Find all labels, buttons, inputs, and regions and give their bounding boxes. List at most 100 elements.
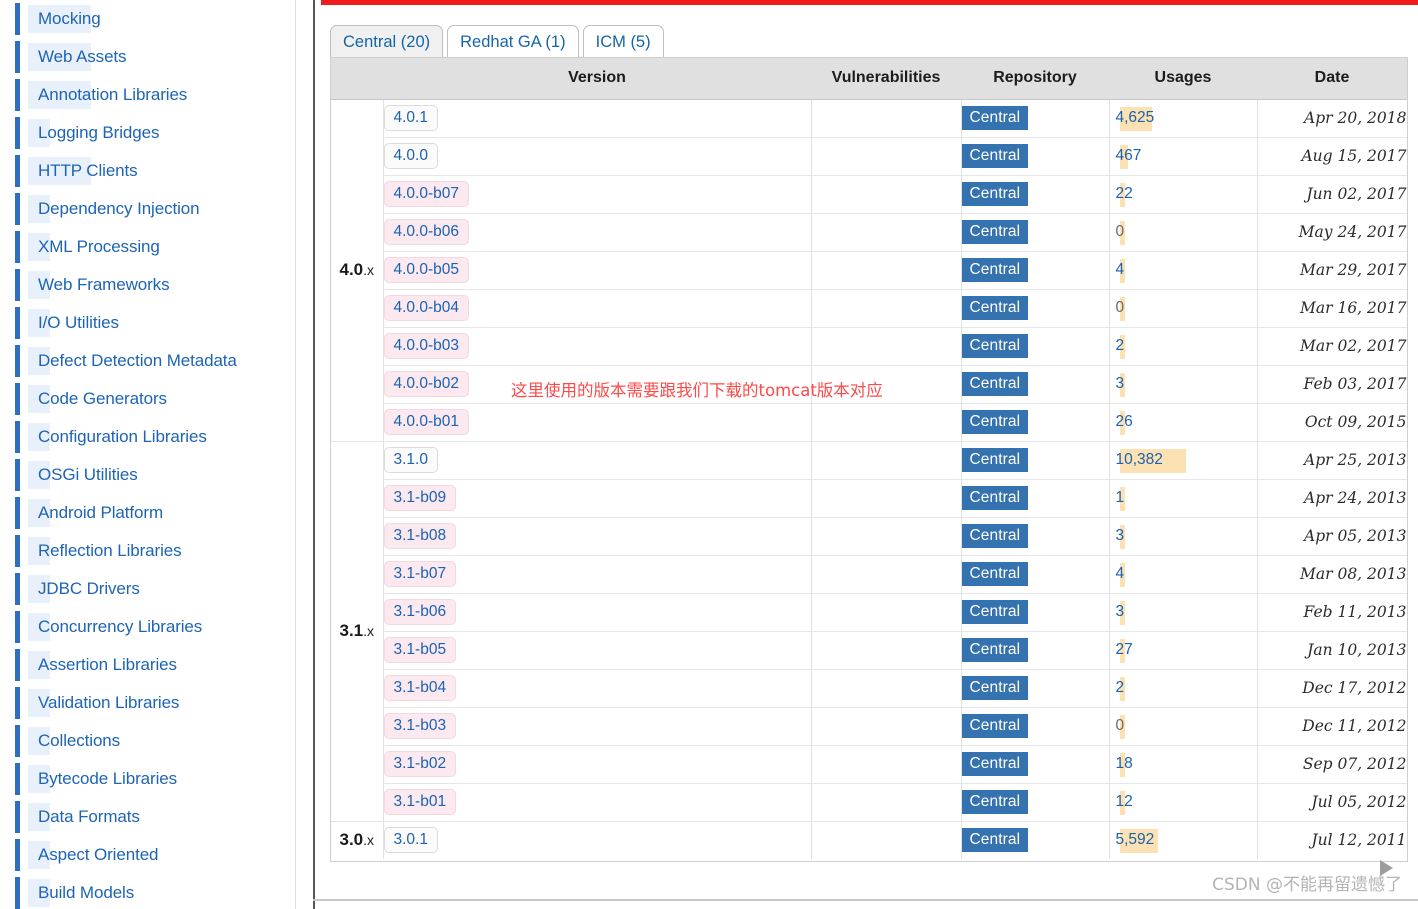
repository-badge[interactable]: Central: [961, 600, 1029, 624]
version-link[interactable]: 3.0.1: [383, 827, 438, 854]
usages-value[interactable]: 2: [1110, 679, 1125, 696]
sidebar-item-label: Web Assets: [38, 47, 127, 66]
usages-value[interactable]: 3: [1110, 375, 1125, 392]
sidebar-item-configuration-libraries[interactable]: Configuration Libraries: [0, 418, 296, 456]
tab-icm[interactable]: ICM (5): [582, 25, 664, 58]
version-link[interactable]: 3.1-b08: [383, 523, 457, 549]
sidebar-item-mocking[interactable]: Mocking: [0, 0, 296, 38]
repository-badge[interactable]: Central: [961, 714, 1029, 738]
version-link[interactable]: 3.1-b04: [383, 675, 457, 701]
version-link[interactable]: 4.0.0-b06: [383, 219, 469, 245]
sidebar-item-defect-detection-metadata[interactable]: Defect Detection Metadata: [0, 342, 296, 380]
sidebar-item-annotation-libraries[interactable]: Annotation Libraries: [0, 76, 296, 114]
version-link[interactable]: 3.1-b09: [383, 485, 457, 511]
sidebar-item-http-clients[interactable]: HTTP Clients: [0, 152, 296, 190]
usages-cell: 4: [1109, 554, 1258, 593]
repository-badge[interactable]: Central: [961, 182, 1029, 206]
usages-value[interactable]: 22: [1110, 185, 1133, 202]
usages-value[interactable]: 12: [1110, 793, 1133, 810]
version-link[interactable]: 3.1-b07: [383, 561, 457, 587]
tab-central[interactable]: Central (20): [330, 25, 444, 58]
sidebar-item-data-formats[interactable]: Data Formats: [0, 798, 296, 836]
vulnerabilities-cell: [811, 99, 962, 137]
version-link[interactable]: 4.0.0-b02: [383, 371, 469, 397]
repository-badge[interactable]: Central: [961, 676, 1029, 700]
sidebar-item-validation-libraries[interactable]: Validation Libraries: [0, 684, 296, 722]
usages-value[interactable]: 4: [1110, 261, 1125, 278]
repository-tabs[interactable]: Central (20) Redhat GA (1) ICM (5): [330, 22, 668, 58]
sidebar-item-logging-bridges[interactable]: Logging Bridges: [0, 114, 296, 152]
repository-badge[interactable]: Central: [961, 410, 1029, 434]
version-link[interactable]: 4.0.0-b04: [383, 295, 469, 321]
version-link[interactable]: 4.0.0: [383, 143, 438, 169]
sidebar-item-label: Bytecode Libraries: [38, 769, 177, 788]
sidebar-item-jdbc-drivers[interactable]: JDBC Drivers: [0, 570, 296, 608]
repository-badge[interactable]: Central: [961, 220, 1029, 244]
sidebar-item-collections[interactable]: Collections: [0, 722, 296, 760]
sidebar-item-concurrency-libraries[interactable]: Concurrency Libraries: [0, 608, 296, 646]
usages-value[interactable]: 26: [1110, 413, 1133, 430]
vulnerabilities-cell: [811, 820, 962, 859]
sidebar-item-assertion-libraries[interactable]: Assertion Libraries: [0, 646, 296, 684]
sidebar-item-dependency-injection[interactable]: Dependency Injection: [0, 190, 296, 228]
sidebar-item-web-assets[interactable]: Web Assets: [0, 38, 296, 76]
repository-badge[interactable]: Central: [961, 372, 1029, 396]
table-row: 3.1-b08 Central 3 Apr 05, 2013: [331, 516, 1407, 555]
repository-badge[interactable]: Central: [961, 144, 1029, 168]
version-link[interactable]: 4.0.0-b01: [383, 409, 469, 435]
usages-value[interactable]: 10,382: [1110, 451, 1163, 468]
version-link[interactable]: 3.1-b03: [383, 713, 457, 739]
usages-value[interactable]: 467: [1110, 147, 1142, 164]
repository-badge[interactable]: Central: [961, 752, 1029, 776]
repository-badge[interactable]: Central: [961, 334, 1029, 358]
usages-value[interactable]: 18: [1110, 755, 1133, 772]
usages-value[interactable]: 5,592: [1110, 831, 1155, 848]
version-link[interactable]: 4.0.1: [383, 105, 438, 131]
usages-value[interactable]: 27: [1110, 641, 1133, 658]
repository-badge[interactable]: Central: [961, 448, 1029, 472]
sidebar-item-label: Configuration Libraries: [38, 427, 207, 446]
repository-cell: Central: [961, 99, 1110, 137]
tab-redhat[interactable]: Redhat GA (1): [447, 25, 579, 58]
version-link[interactable]: 4.0.0-b07: [383, 181, 469, 207]
repository-badge[interactable]: Central: [961, 562, 1029, 586]
version-link[interactable]: 4.0.0-b03: [383, 333, 469, 359]
usages-value[interactable]: 4,625: [1110, 109, 1155, 126]
version-cell: 4.0.1: [383, 99, 812, 137]
repository-badge[interactable]: Central: [961, 790, 1029, 814]
version-link[interactable]: 4.0.0-b05: [383, 257, 469, 283]
version-link[interactable]: 3.1-b01: [383, 789, 457, 815]
table-row: 3.1-b02 Central 18 Sep 07, 2012: [331, 744, 1407, 783]
sidebar-item-android-platform[interactable]: Android Platform: [0, 494, 296, 532]
usages-value[interactable]: 3: [1110, 527, 1125, 544]
repository-badge[interactable]: Central: [961, 106, 1029, 130]
sidebar-item-bytecode-libraries[interactable]: Bytecode Libraries: [0, 760, 296, 798]
table-row: 4.0.0 Central 467 Aug 15, 2017: [331, 136, 1407, 175]
scroll-right-arrow[interactable]: [1380, 860, 1393, 876]
usages-value[interactable]: 4: [1110, 565, 1125, 582]
repository-badge[interactable]: Central: [961, 828, 1029, 853]
usages-value[interactable]: 3: [1110, 603, 1125, 620]
version-link[interactable]: 3.1.0: [383, 447, 438, 473]
version-link[interactable]: 3.1-b02: [383, 751, 457, 777]
version-cell: 4.0.0-b04: [383, 288, 812, 327]
version-link[interactable]: 3.1-b06: [383, 599, 457, 625]
sidebar-item-code-generators[interactable]: Code Generators: [0, 380, 296, 418]
repository-badge[interactable]: Central: [961, 296, 1029, 320]
repository-badge[interactable]: Central: [961, 486, 1029, 510]
repository-badge[interactable]: Central: [961, 258, 1029, 282]
repository-badge[interactable]: Central: [961, 524, 1029, 548]
repository-badge[interactable]: Central: [961, 638, 1029, 662]
sidebar-item-build-models[interactable]: Build Models: [0, 874, 296, 909]
sidebar-item-aspect-oriented[interactable]: Aspect Oriented: [0, 836, 296, 874]
usages-value[interactable]: 1: [1110, 489, 1125, 506]
table-row: 3.1-b09 Central 1 Apr 24, 2013: [331, 478, 1407, 517]
sidebar-divider: [295, 0, 296, 909]
sidebar-item-reflection-libraries[interactable]: Reflection Libraries: [0, 532, 296, 570]
sidebar-item-osgi-utilities[interactable]: OSGi Utilities: [0, 456, 296, 494]
version-link[interactable]: 3.1-b05: [383, 637, 457, 663]
sidebar-item-xml-processing[interactable]: XML Processing: [0, 228, 296, 266]
sidebar-item-web-frameworks[interactable]: Web Frameworks: [0, 266, 296, 304]
sidebar-item-i-o-utilities[interactable]: I/O Utilities: [0, 304, 296, 342]
usages-value[interactable]: 2: [1110, 337, 1125, 354]
